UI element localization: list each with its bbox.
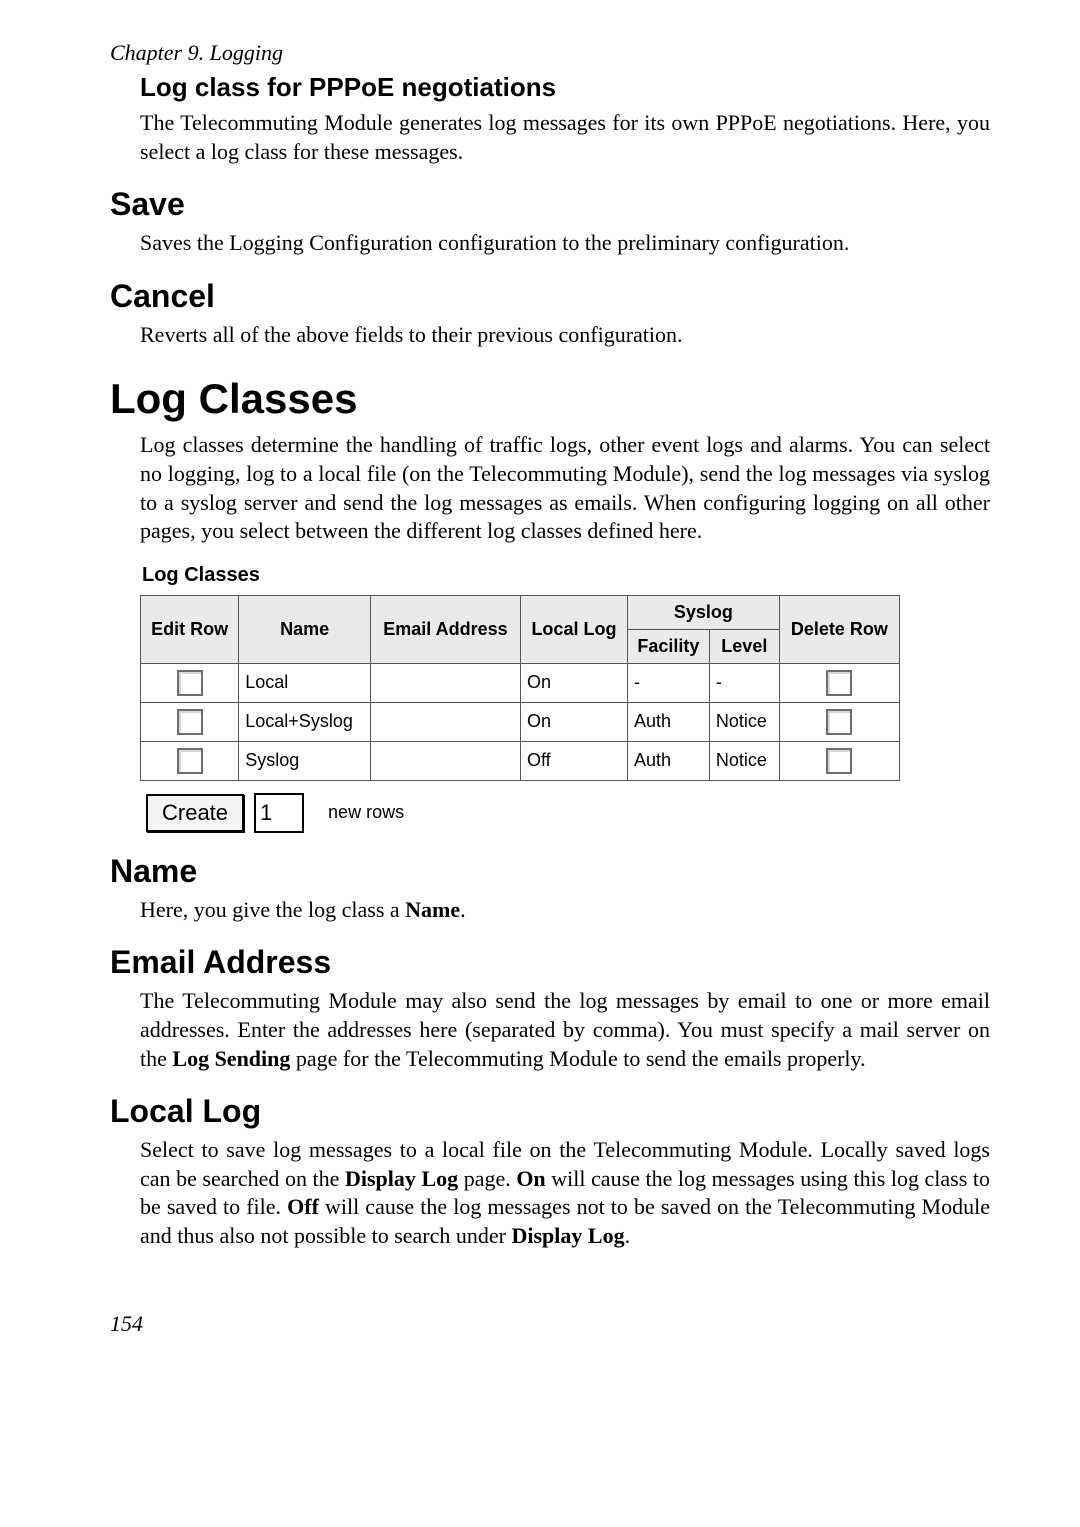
create-button[interactable]: Create	[146, 794, 244, 832]
page: Chapter 9. Logging Log class for PPPoE n…	[0, 0, 1080, 1397]
th-syslog: Syslog	[627, 595, 779, 629]
bold-span: Log Sending	[172, 1046, 290, 1071]
th-edit-row: Edit Row	[141, 595, 239, 663]
body-email: The Telecommuting Module may also send t…	[140, 987, 990, 1073]
body-name: Here, you give the log class a Name.	[140, 896, 990, 925]
create-row: Create new rows	[146, 793, 900, 833]
bold-span: Off	[287, 1194, 319, 1219]
table-row: Local+Syslog On Auth Notice	[141, 702, 900, 741]
body-log-classes-intro: Log classes determine the handling of tr…	[140, 431, 990, 545]
delete-checkbox[interactable]	[826, 670, 852, 696]
create-suffix-label: new rows	[314, 802, 404, 823]
cell-facility: -	[627, 663, 709, 702]
log-classes-widget-title: Log Classes	[140, 560, 900, 595]
edit-checkbox[interactable]	[177, 748, 203, 774]
body-cancel: Reverts all of the above fields to their…	[140, 321, 990, 350]
heading-log-classes: Log Classes	[110, 375, 990, 423]
edit-checkbox[interactable]	[177, 709, 203, 735]
cell-level: Notice	[709, 702, 779, 741]
log-classes-widget: Log Classes Edit Row Name Email Address …	[140, 560, 900, 833]
edit-checkbox[interactable]	[177, 670, 203, 696]
heading-local-log: Local Log	[110, 1093, 990, 1130]
text-span: page for the Telecommuting Module to sen…	[290, 1046, 865, 1071]
text-span: .	[625, 1223, 631, 1248]
th-name: Name	[239, 595, 371, 663]
log-classes-table: Edit Row Name Email Address Local Log Sy…	[140, 595, 900, 781]
heading-email: Email Address	[110, 944, 990, 981]
create-count-input[interactable]	[254, 793, 304, 833]
cell-name: Local	[239, 663, 371, 702]
heading-pppoe: Log class for PPPoE negotiations	[140, 72, 990, 103]
heading-save: Save	[110, 186, 990, 223]
heading-cancel: Cancel	[110, 278, 990, 315]
chapter-header: Chapter 9. Logging	[110, 40, 990, 66]
th-facility: Facility	[627, 629, 709, 663]
text-span: Here, you give the log class a	[140, 897, 405, 922]
cell-email	[370, 663, 520, 702]
text-span: .	[460, 897, 466, 922]
cell-level: -	[709, 663, 779, 702]
cell-name: Local+Syslog	[239, 702, 371, 741]
cell-email	[370, 741, 520, 780]
bold-span: Name	[405, 897, 460, 922]
th-level: Level	[709, 629, 779, 663]
heading-name: Name	[110, 853, 990, 890]
cell-email	[370, 702, 520, 741]
table-row: Local On - -	[141, 663, 900, 702]
cell-locallog: On	[520, 663, 627, 702]
bold-span: Display Log	[512, 1223, 625, 1248]
bold-span: On	[516, 1166, 545, 1191]
body-pppoe: The Telecommuting Module generates log m…	[140, 109, 990, 166]
cell-facility: Auth	[627, 702, 709, 741]
table-row: Syslog Off Auth Notice	[141, 741, 900, 780]
page-number: 154	[110, 1311, 990, 1337]
th-local-log: Local Log	[520, 595, 627, 663]
cell-facility: Auth	[627, 741, 709, 780]
delete-checkbox[interactable]	[826, 748, 852, 774]
th-delete-row: Delete Row	[779, 595, 899, 663]
bold-span: Display Log	[345, 1166, 458, 1191]
delete-checkbox[interactable]	[826, 709, 852, 735]
body-save: Saves the Logging Configuration configur…	[140, 229, 990, 258]
th-email: Email Address	[370, 595, 520, 663]
body-local-log: Select to save log messages to a local f…	[140, 1136, 990, 1250]
cell-level: Notice	[709, 741, 779, 780]
text-span: page.	[458, 1166, 516, 1191]
cell-name: Syslog	[239, 741, 371, 780]
cell-locallog: Off	[520, 741, 627, 780]
cell-locallog: On	[520, 702, 627, 741]
